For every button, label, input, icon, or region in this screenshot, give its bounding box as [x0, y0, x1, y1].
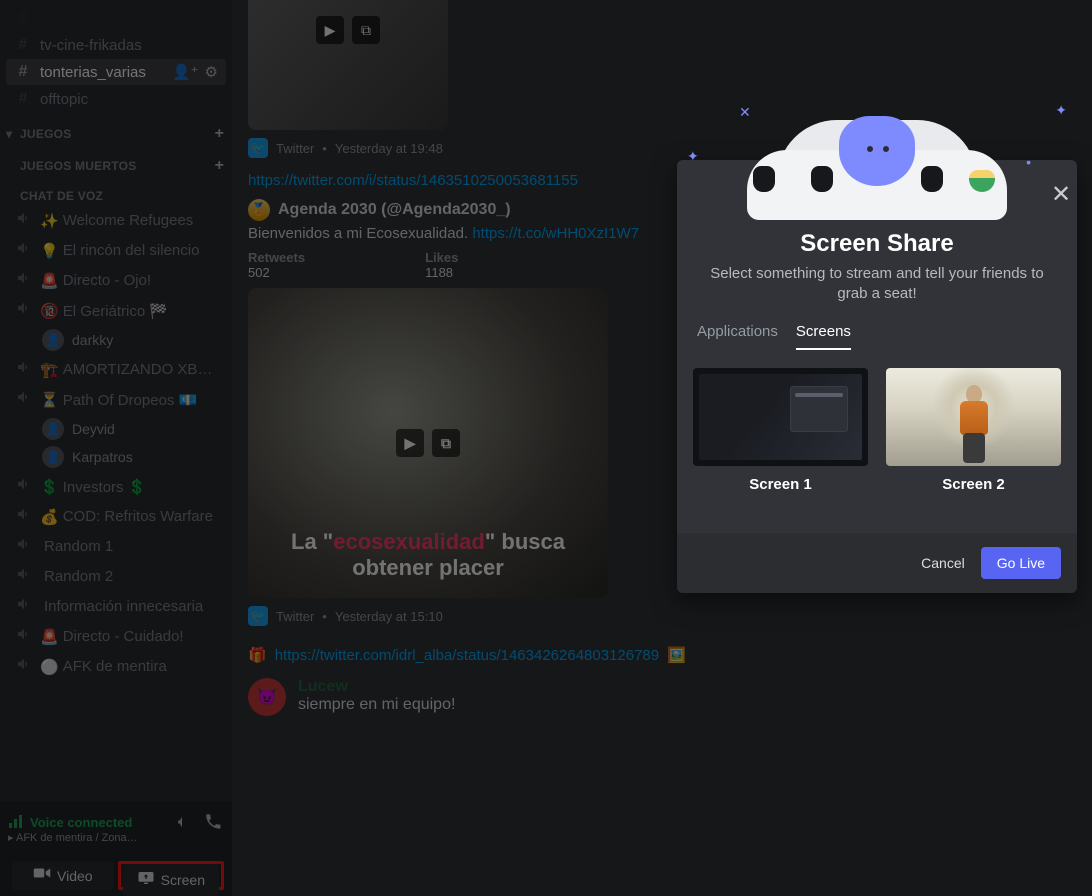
screen-share-modal: ✕ ✦ ✕ ✦ • Screen Share Select something …: [677, 160, 1077, 593]
modal-tabs: Applications Screens: [677, 305, 1077, 350]
modal-footer: Cancel Go Live: [677, 533, 1077, 593]
cancel-button[interactable]: Cancel: [921, 555, 965, 571]
screen-option-1[interactable]: Screen 1: [693, 368, 868, 493]
screen-thumbnail: [886, 368, 1061, 466]
modal-hero: ✦ ✕ ✦ •: [677, 100, 1077, 220]
screens-grid: Screen 1 Screen 2: [677, 350, 1077, 533]
tab-screens[interactable]: Screens: [796, 323, 851, 350]
sparkle-icon: ✦: [1055, 102, 1067, 119]
sparkle-icon: ✕: [739, 104, 751, 121]
tab-applications[interactable]: Applications: [697, 323, 778, 350]
screen-thumbnail: [693, 368, 868, 466]
modal-subtitle: Select something to stream and tell your…: [677, 258, 1077, 305]
sparkle-icon: ✦: [687, 148, 699, 165]
screen-option-2[interactable]: Screen 2: [886, 368, 1061, 493]
go-live-button[interactable]: Go Live: [981, 547, 1061, 579]
modal-title: Screen Share: [677, 230, 1077, 258]
wumpus-icon: [839, 116, 915, 186]
sparkle-icon: •: [1026, 154, 1031, 170]
